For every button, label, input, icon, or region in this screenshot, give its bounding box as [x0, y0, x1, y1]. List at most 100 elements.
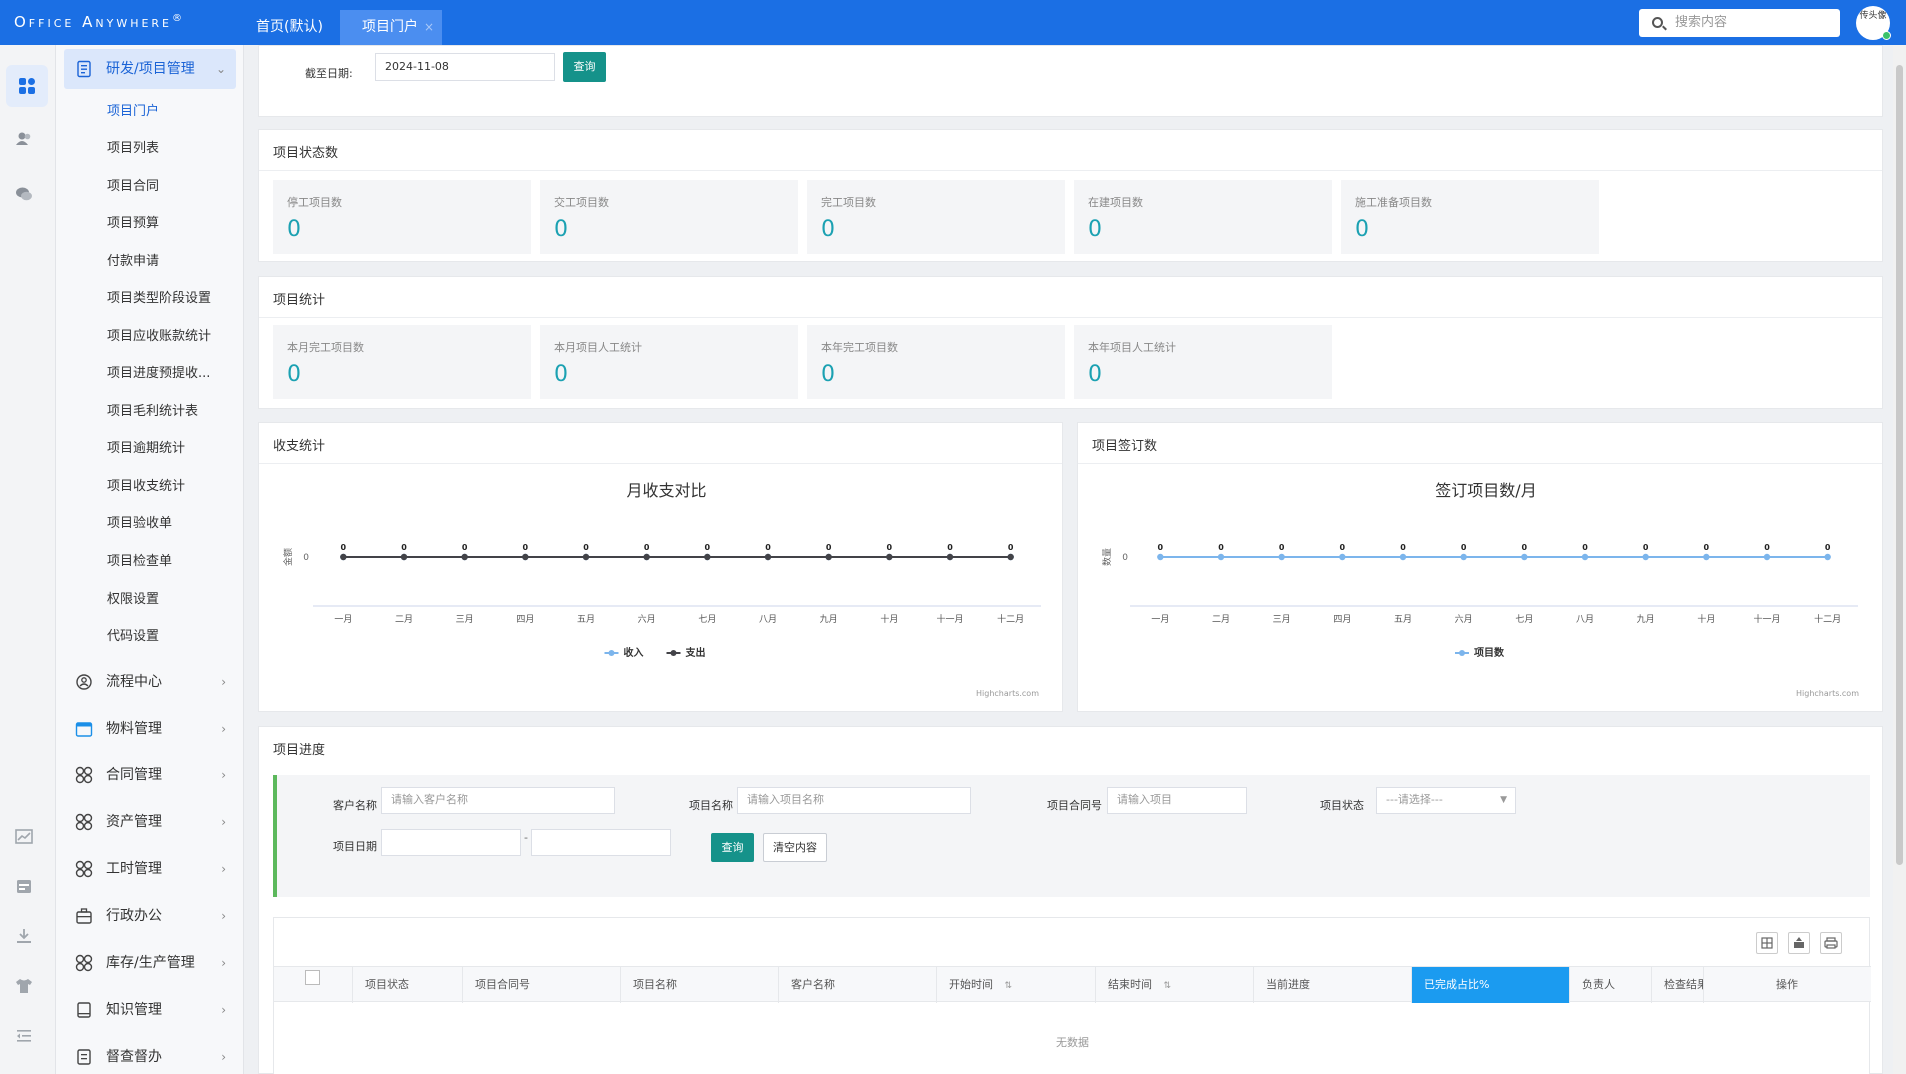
col-status[interactable]: 项目状态: [353, 967, 463, 1003]
chevron-right-icon: ›: [221, 768, 226, 782]
chat-icon[interactable]: [15, 185, 33, 203]
customer-input[interactable]: 请输入客户名称: [381, 787, 615, 814]
calendar-icon[interactable]: [15, 877, 33, 895]
menu-group-materials[interactable]: 物料管理 ›: [64, 709, 236, 749]
contacts-icon[interactable]: [15, 130, 33, 148]
end-date-input[interactable]: [531, 829, 671, 856]
menu-item-progress-accrual[interactable]: 项目进度预提收...: [107, 364, 210, 384]
data-label: 0: [1008, 543, 1014, 552]
stat-month-completed: 本月完工项目数 0: [273, 325, 531, 399]
menu-item-project-portal[interactable]: 项目门户: [107, 102, 159, 122]
stat-value: 0: [1088, 217, 1102, 242]
col-contract-no[interactable]: 项目合同号: [463, 967, 621, 1003]
menu-group-contracts[interactable]: 合同管理 ›: [64, 755, 236, 795]
clear-button[interactable]: 清空内容: [763, 833, 827, 862]
chevron-right-icon: ›: [221, 1050, 226, 1064]
menu-item-code-settings[interactable]: 代码设置: [107, 627, 159, 647]
data-point: [886, 553, 893, 561]
menu-item-overdue[interactable]: 项目逾期统计: [107, 439, 185, 459]
menu-item-project-list[interactable]: 项目列表: [107, 139, 159, 159]
stat-label: 本年项目人工统计: [1088, 341, 1176, 354]
tab-project-portal[interactable]: 项目门户 ×: [340, 10, 442, 45]
x-tick-label: 九月: [820, 614, 838, 625]
shirt-icon[interactable]: [15, 977, 33, 995]
chart-icon[interactable]: [15, 828, 33, 846]
menu-item-permissions[interactable]: 权限设置: [107, 590, 159, 610]
date-query-button[interactable]: 查询: [563, 52, 606, 82]
export-icon[interactable]: [1788, 932, 1810, 954]
date-input[interactable]: 2024-11-08: [375, 53, 555, 81]
checklist-icon: [77, 1049, 91, 1065]
download-icon[interactable]: [15, 927, 33, 945]
tab-home[interactable]: 首页(默认): [234, 10, 345, 45]
menu-group-label: 流程中心: [106, 674, 162, 690]
menu-item-project-budget[interactable]: 项目预算: [107, 214, 159, 234]
sort-icon[interactable]: ⇅: [1164, 981, 1172, 991]
page-scrollbar[interactable]: [1893, 45, 1906, 1074]
menu-item-income-expense[interactable]: 项目收支统计: [107, 477, 185, 497]
col-current-progress[interactable]: 当前进度: [1254, 967, 1412, 1003]
col-actions[interactable]: 操作: [1704, 967, 1870, 1003]
progress-query-button[interactable]: 查询: [711, 833, 754, 862]
menu-group-workflow[interactable]: 流程中心 ›: [64, 662, 236, 702]
menu-group-label: 资产管理: [106, 814, 162, 830]
col-customer[interactable]: 客户名称: [779, 967, 937, 1003]
print-icon[interactable]: [1820, 932, 1842, 954]
menu-group-rd-project[interactable]: 研发/项目管理 ⌄: [64, 49, 236, 89]
col-completion-ratio[interactable]: 已完成占比%: [1412, 967, 1570, 1003]
menu-group-label: 督查督办: [106, 1049, 162, 1065]
menu-group-supervision[interactable]: 督查督办 ›: [64, 1037, 236, 1074]
data-label: 0: [765, 543, 771, 552]
sort-icon[interactable]: ⇅: [1005, 981, 1013, 991]
chevron-right-icon: ›: [221, 862, 226, 876]
menu-group-timesheet[interactable]: 工时管理 ›: [64, 849, 236, 889]
x-tick-label: 一月: [334, 614, 352, 625]
status-select[interactable]: ---请选择--- ▼: [1376, 787, 1516, 814]
project-name-input[interactable]: 请输入项目名称: [737, 787, 971, 814]
menu-item-payment-request[interactable]: 付款申请: [107, 252, 159, 272]
app-logo[interactable]: Office Anywhere®: [14, 13, 182, 31]
avatar[interactable]: 传头像: [1856, 6, 1891, 40]
stat-value: 0: [1355, 217, 1369, 242]
col-owner[interactable]: 负责人: [1570, 967, 1652, 1003]
collapse-icon[interactable]: [15, 1027, 33, 1045]
columns-icon[interactable]: [1756, 932, 1778, 954]
data-label: 0: [523, 543, 529, 552]
apps-button[interactable]: [6, 65, 48, 107]
select-all-checkbox[interactable]: [305, 970, 320, 985]
x-tick-label: 六月: [1455, 613, 1473, 625]
icon-rail: [0, 45, 56, 1074]
menu-group-assets[interactable]: 资产管理 ›: [64, 802, 236, 842]
data-point: [1824, 553, 1831, 561]
signed-projects-chart: 签订项目数/月数量 0 一月 二月 三月 四月 五月 六月 七月 八月 九月 十月 十一月 十二月 0 0 0 0…: [1101, 481, 1859, 698]
stat-preparing: 施工准备项目数 0: [1341, 180, 1599, 254]
contract-input[interactable]: 请输入项目: [1107, 787, 1247, 814]
data-point: [946, 553, 954, 561]
data-point: [764, 553, 772, 561]
data-point: [704, 553, 711, 561]
scrollbar-thumb[interactable]: [1896, 65, 1903, 865]
col-start-time[interactable]: 开始时间 ⇅: [937, 967, 1096, 1003]
menu-group-inventory[interactable]: 库存/生产管理 ›: [64, 943, 236, 983]
col-end-time[interactable]: 结束时间 ⇅: [1096, 967, 1254, 1003]
menu-item-project-contract[interactable]: 项目合同: [107, 177, 159, 197]
menu-item-receivables[interactable]: 项目应收账款统计: [107, 327, 211, 347]
data-point: [1581, 553, 1589, 561]
start-date-input[interactable]: [381, 829, 521, 856]
customer-label: 客户名称: [333, 799, 377, 812]
menu-item-gross-profit[interactable]: 项目毛利统计表: [107, 402, 198, 422]
data-point: [340, 553, 347, 561]
menu-item-stage-settings[interactable]: 项目类型阶段设置: [107, 289, 211, 309]
side-menu: 研发/项目管理 ⌄ 项目门户 项目列表 项目合同 项目预算 付款申请 项目类型阶…: [56, 45, 244, 1074]
col-check-result[interactable]: 检查结果: [1652, 967, 1704, 1003]
chevron-right-icon: ›: [221, 956, 226, 970]
menu-group-knowledge[interactable]: 知识管理 ›: [64, 990, 236, 1030]
menu-group-admin-office[interactable]: 行政办公 ›: [64, 896, 236, 936]
data-point: [825, 553, 832, 561]
menu-item-acceptance[interactable]: 项目验收单: [107, 514, 172, 534]
x-tick-label: 六月: [638, 613, 656, 625]
close-icon[interactable]: ×: [424, 10, 434, 44]
menu-item-inspection[interactable]: 项目检查单: [107, 552, 172, 572]
col-project-name[interactable]: 项目名称: [621, 967, 779, 1003]
search-input[interactable]: 搜索内容: [1639, 9, 1840, 37]
